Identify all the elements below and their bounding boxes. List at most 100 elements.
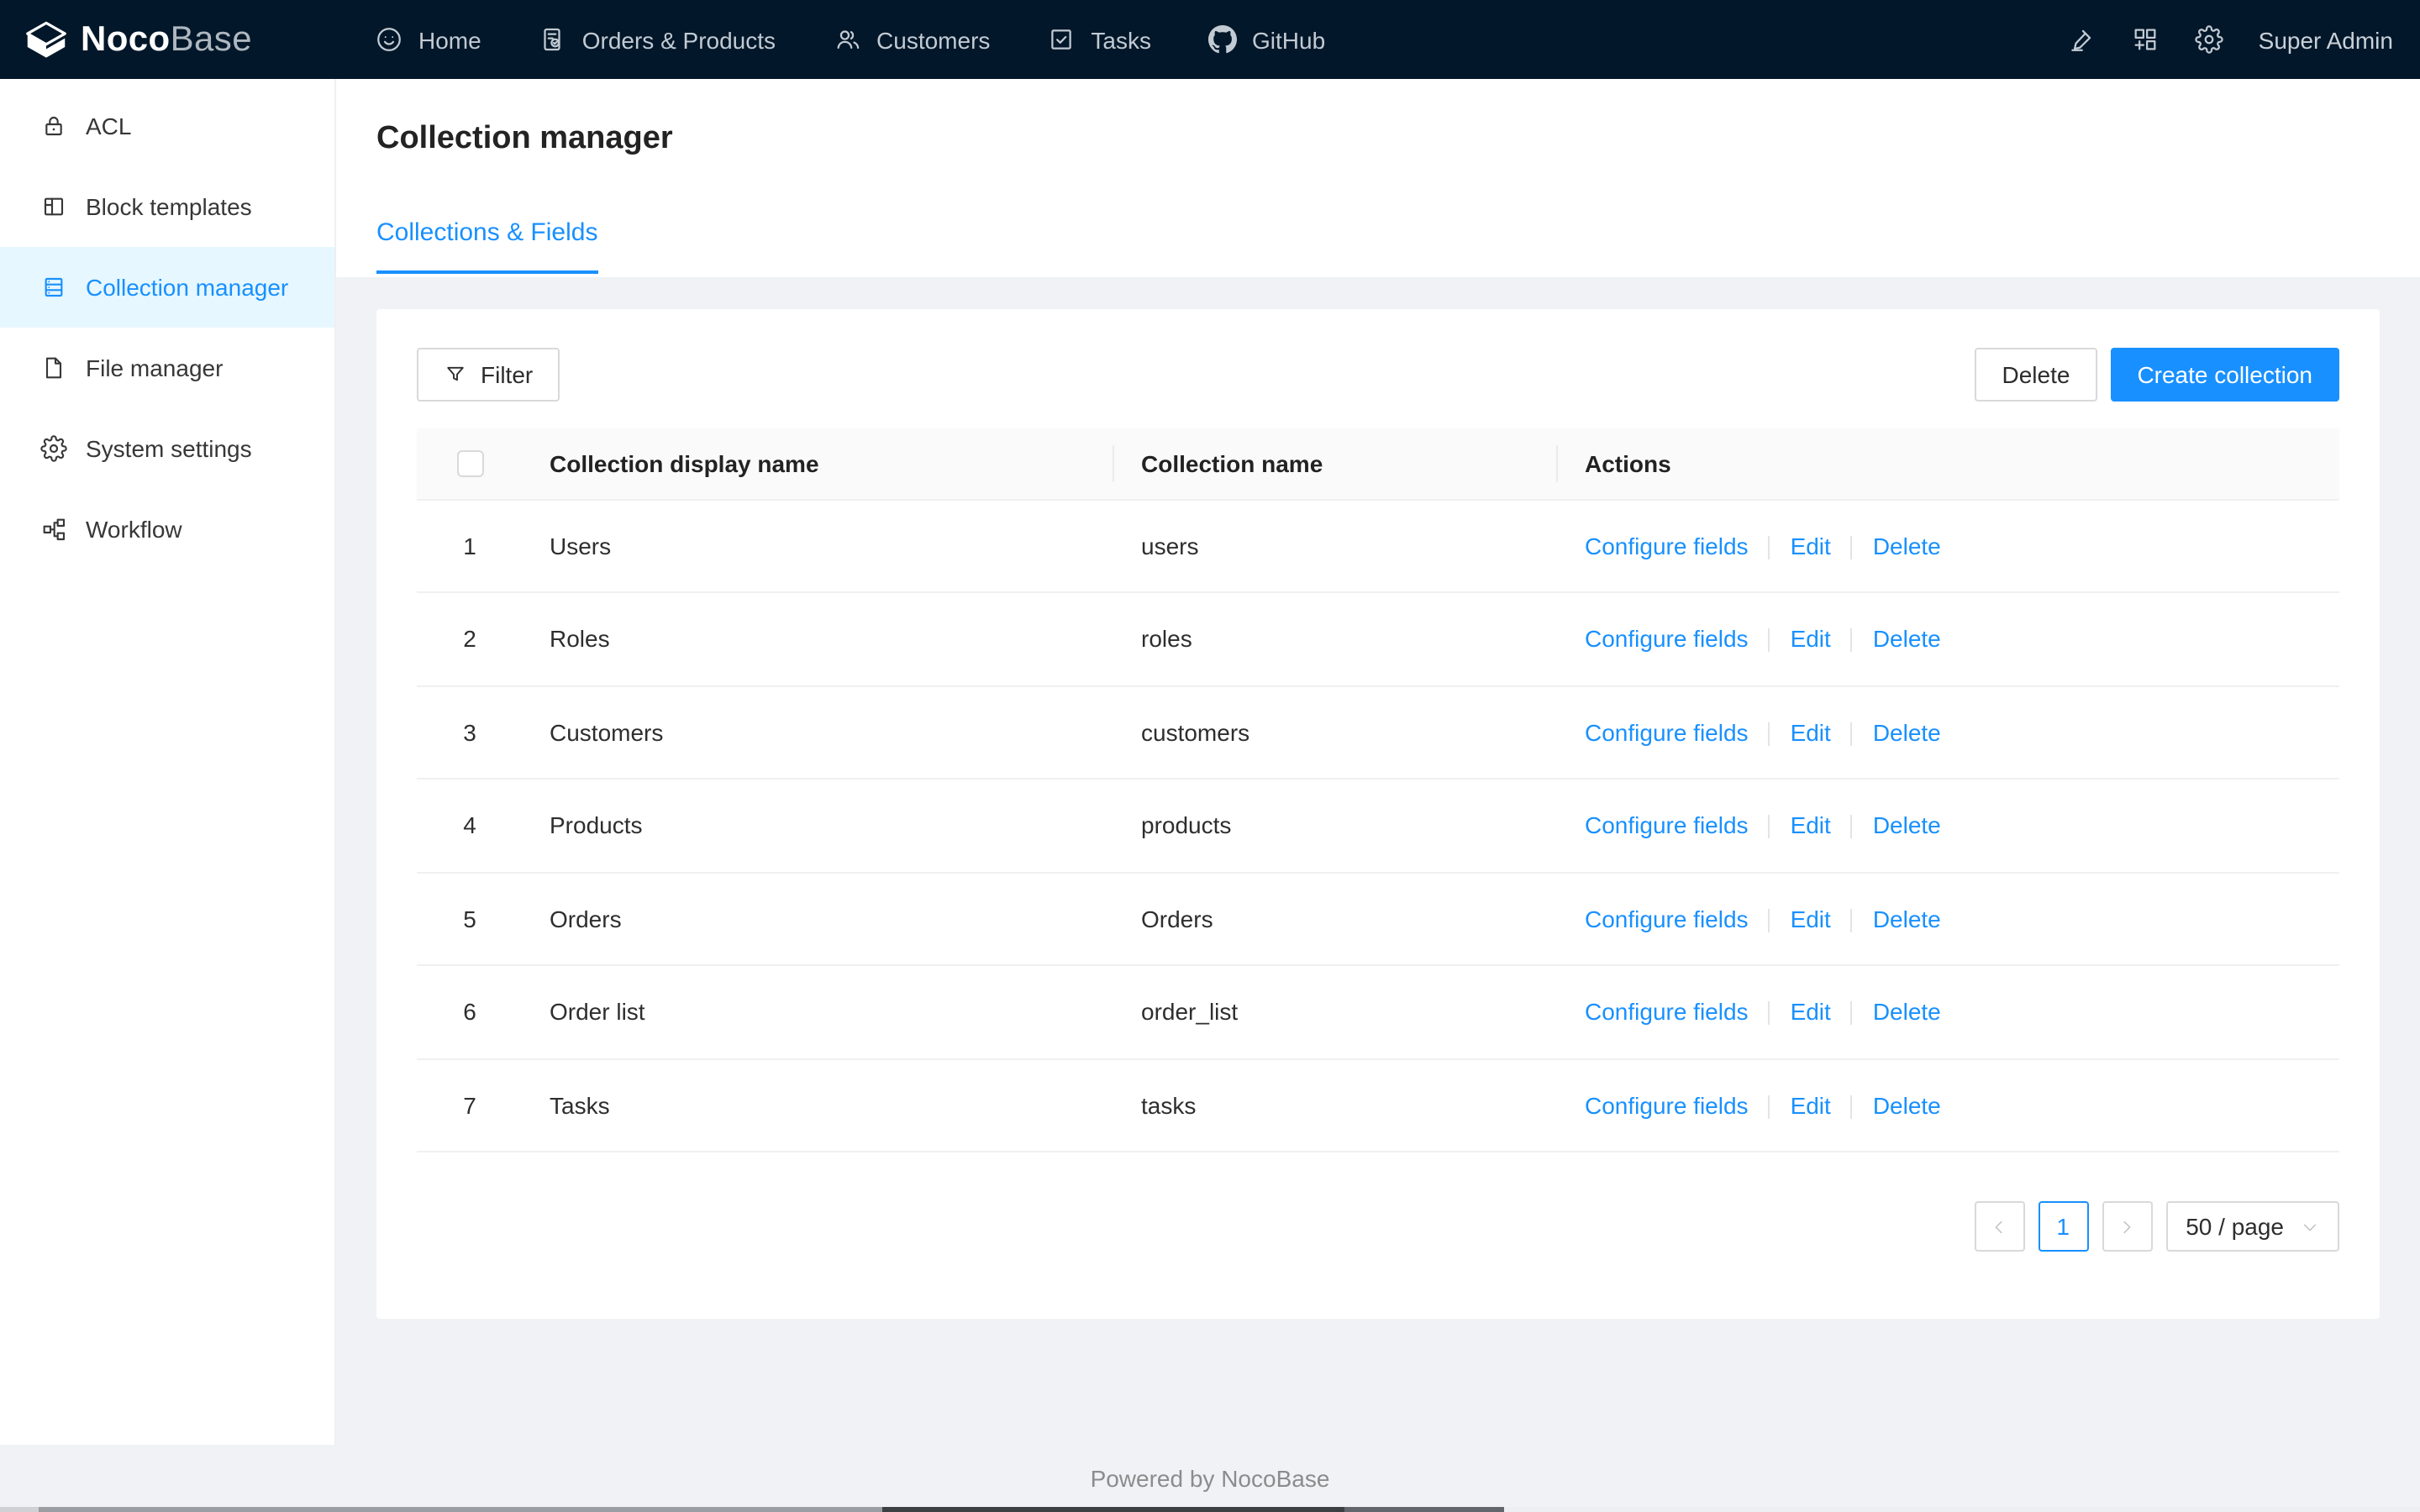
row-action-configure-fields[interactable]: Configure fields bbox=[1585, 905, 1749, 932]
nocobase-logo[interactable]: NocoBase bbox=[0, 19, 336, 60]
row-action-delete[interactable]: Delete bbox=[1873, 998, 1941, 1025]
chevron-right-icon bbox=[2118, 1217, 2136, 1236]
nav-item-home[interactable]: Home bbox=[346, 0, 510, 79]
pagination-page-button[interactable]: 1 bbox=[2038, 1201, 2089, 1252]
row-action-edit[interactable]: Edit bbox=[1791, 625, 1831, 652]
select-all-checkbox[interactable] bbox=[456, 450, 483, 478]
action-divider bbox=[1850, 1095, 1853, 1119]
action-divider bbox=[1850, 535, 1853, 559]
orders-icon bbox=[539, 25, 567, 54]
toolbar-right: Delete Create collection bbox=[1975, 348, 2339, 402]
nocobase-cube-icon bbox=[24, 19, 69, 60]
github-icon bbox=[1208, 25, 1237, 54]
row-action-edit[interactable]: Edit bbox=[1791, 905, 1831, 932]
row-action-configure-fields[interactable]: Configure fields bbox=[1585, 998, 1749, 1025]
table-row: 7 Tasks tasks Configure fields Edit Delete bbox=[417, 1058, 2339, 1152]
appstore-add-icon bbox=[2131, 25, 2160, 54]
collections-card: Filter Delete Create collection Collecti… bbox=[376, 309, 2380, 1319]
sidebar-item-acl[interactable]: ACL bbox=[0, 86, 334, 166]
table-row: 2 Roles roles Configure fields Edit Delete bbox=[417, 592, 2339, 686]
row-name-cell: Orders bbox=[1114, 872, 1558, 966]
table-row: 6 Order list order_list Configure fields Edi… bbox=[417, 965, 2339, 1059]
row-action-configure-fields[interactable]: Configure fields bbox=[1585, 1091, 1749, 1118]
brand-text: NocoBase bbox=[81, 22, 252, 57]
row-action-edit[interactable]: Edit bbox=[1791, 532, 1831, 559]
sidebar-item-file-manager[interactable]: File manager bbox=[0, 328, 334, 408]
nav-item-label: Tasks bbox=[1091, 26, 1151, 53]
action-divider bbox=[1768, 628, 1770, 653]
smile-icon bbox=[375, 25, 403, 54]
row-index-cell: 4 bbox=[417, 779, 523, 873]
row-action-edit[interactable]: Edit bbox=[1791, 998, 1831, 1025]
row-display-name-cell: Roles bbox=[523, 592, 1114, 686]
footer-text: Powered by NocoBase bbox=[1090, 1465, 1330, 1492]
window-edge-artifact bbox=[0, 1507, 2420, 1512]
row-action-configure-fields[interactable]: Configure fields bbox=[1585, 718, 1749, 745]
action-divider bbox=[1850, 908, 1853, 932]
column-header-name: Collection name bbox=[1114, 428, 1558, 500]
nav-item-github[interactable]: GitHub bbox=[1180, 0, 1354, 79]
settings-button[interactable] bbox=[2194, 25, 2223, 54]
filter-button-label: Filter bbox=[481, 361, 534, 388]
row-action-configure-fields[interactable]: Configure fields bbox=[1585, 625, 1749, 652]
team-icon bbox=[833, 25, 861, 54]
pagination-next-button[interactable] bbox=[2102, 1201, 2153, 1252]
sidebar-item-label: ACL bbox=[86, 113, 132, 139]
action-divider bbox=[1850, 722, 1853, 746]
row-name-cell: tasks bbox=[1114, 1058, 1558, 1152]
navbar-right: Super Admin bbox=[2067, 25, 2420, 54]
sidebar-item-label: Workflow bbox=[86, 516, 182, 543]
sidebar-item-workflow[interactable]: Workflow bbox=[0, 489, 334, 570]
main-nav: Home Orders & Products Customers Tasks GitHu… bbox=[336, 0, 1354, 79]
tabs-bar: Collections & Fields bbox=[376, 215, 2380, 274]
nav-item-label: Orders & Products bbox=[581, 26, 776, 53]
row-display-name-cell: Orders bbox=[523, 872, 1114, 966]
nav-item-label: Customers bbox=[876, 26, 991, 53]
content: Filter Delete Create collection Collecti… bbox=[336, 277, 2420, 1319]
row-action-delete[interactable]: Delete bbox=[1873, 718, 1941, 745]
sidebar: ACL Block templates Collection manager File… bbox=[0, 79, 336, 1445]
nav-item-customers[interactable]: Customers bbox=[804, 0, 1018, 79]
row-action-delete[interactable]: Delete bbox=[1873, 905, 1941, 932]
row-action-edit[interactable]: Edit bbox=[1791, 1091, 1831, 1118]
row-display-name-cell: Users bbox=[523, 499, 1114, 593]
pagination-prev-button[interactable] bbox=[1974, 1201, 2025, 1252]
row-name-cell: products bbox=[1114, 779, 1558, 873]
column-header-actions: Actions bbox=[1558, 428, 2339, 500]
row-action-edit[interactable]: Edit bbox=[1791, 718, 1831, 745]
toolbar: Filter Delete Create collection bbox=[417, 348, 2339, 402]
pagination: 1 50 / page bbox=[417, 1201, 2339, 1252]
database-icon bbox=[40, 274, 67, 301]
delete-button[interactable]: Delete bbox=[1975, 348, 2097, 402]
column-header-display-name: Collection display name bbox=[523, 428, 1114, 500]
row-action-delete[interactable]: Delete bbox=[1873, 625, 1941, 652]
sidebar-item-label: System settings bbox=[86, 435, 252, 462]
nav-item-orders-products[interactable]: Orders & Products bbox=[510, 0, 804, 79]
table-row: 5 Orders Orders Configure fields Edit Delete bbox=[417, 872, 2339, 966]
row-action-delete[interactable]: Delete bbox=[1873, 532, 1941, 559]
tab-collections-fields[interactable]: Collections & Fields bbox=[376, 215, 598, 274]
blocks-button[interactable] bbox=[2131, 25, 2160, 54]
user-menu[interactable]: Super Admin bbox=[2259, 26, 2393, 53]
sidebar-item-collection-manager[interactable]: Collection manager bbox=[0, 247, 334, 328]
create-collection-button[interactable]: Create collection bbox=[2110, 348, 2339, 402]
row-action-delete[interactable]: Delete bbox=[1873, 1091, 1941, 1118]
brand-base: Base bbox=[170, 20, 252, 59]
footer: Powered by NocoBase bbox=[0, 1465, 2420, 1492]
sidebar-item-block-templates[interactable]: Block templates bbox=[0, 166, 334, 247]
page-size-select[interactable]: 50 / page bbox=[2165, 1201, 2339, 1252]
nav-item-tasks[interactable]: Tasks bbox=[1018, 0, 1180, 79]
ui-editor-button[interactable] bbox=[2067, 25, 2096, 54]
sidebar-item-system-settings[interactable]: System settings bbox=[0, 408, 334, 489]
row-action-delete[interactable]: Delete bbox=[1873, 811, 1941, 838]
row-action-configure-fields[interactable]: Configure fields bbox=[1585, 532, 1749, 559]
row-action-edit[interactable]: Edit bbox=[1791, 811, 1831, 838]
main-area: Collection manager Collections & Fields … bbox=[336, 79, 2420, 1512]
row-name-cell: users bbox=[1114, 499, 1558, 593]
row-actions-cell: Configure fields Edit Delete bbox=[1558, 499, 2339, 593]
page-title: Collection manager bbox=[376, 121, 673, 156]
row-action-configure-fields[interactable]: Configure fields bbox=[1585, 811, 1749, 838]
filter-button[interactable]: Filter bbox=[417, 348, 560, 402]
row-actions-cell: Configure fields Edit Delete bbox=[1558, 872, 2339, 966]
row-actions-cell: Configure fields Edit Delete bbox=[1558, 685, 2339, 780]
